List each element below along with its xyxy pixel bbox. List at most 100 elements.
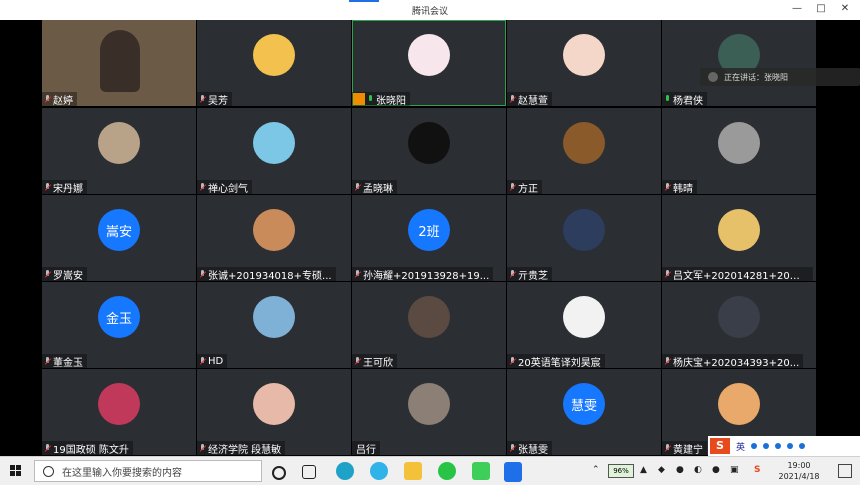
participant-tile[interactable]: 吕文军+202014281+20学...	[662, 195, 816, 281]
clock[interactable]: 19:00 2021/4/18	[774, 460, 824, 482]
participant-namebar: 罗嵩安	[42, 267, 87, 281]
participant-namebar: 吕文军+202014281+20学...	[662, 267, 813, 281]
tray-app-icon-3[interactable]: ●	[712, 465, 720, 475]
participant-tile[interactable]: 杨庆宝+202034393+20...	[662, 282, 816, 368]
ime-keyboard-icon[interactable]	[775, 443, 782, 449]
ime-tools-icon[interactable]	[799, 443, 806, 449]
participant-name: 吴芳	[208, 95, 228, 107]
browser-icon[interactable]	[370, 462, 388, 480]
participant-tile[interactable]: 2班 孙海耀+201913928+19...	[352, 195, 506, 281]
participant-avatar	[718, 296, 760, 338]
participant-avatar	[563, 34, 605, 76]
participant-avatar	[253, 296, 295, 338]
participant-avatar: 嵩安	[98, 209, 140, 251]
participant-namebar: 杨庆宝+202034393+20...	[662, 354, 804, 368]
media-player-icon[interactable]	[472, 462, 490, 480]
mic-muted-icon	[509, 269, 517, 279]
participant-namebar: 吴芳	[197, 92, 232, 106]
participant-name: 王可欣	[363, 357, 393, 369]
participant-name: 董金玉	[53, 357, 83, 369]
participant-namebar: 19国政硕 陈文升	[42, 441, 133, 455]
participant-avatar	[408, 296, 450, 338]
participant-avatar: 慧雯	[563, 383, 605, 425]
participant-name: 经济学院 段慧敏	[208, 444, 282, 456]
participant-avatar	[253, 122, 295, 164]
maximize-button[interactable]: □	[812, 2, 830, 16]
participant-name: 张晓阳	[376, 95, 406, 107]
mic-muted-icon	[664, 182, 672, 192]
participant-tile[interactable]: 吴芳	[197, 20, 351, 106]
participant-tile[interactable]: HD	[197, 282, 351, 368]
participant-avatar	[408, 122, 450, 164]
taskbar-search[interactable]: 在这里输入你要搜索的内容	[34, 460, 262, 482]
participant-tile[interactable]: 张诚+201934018+专硕...	[197, 195, 351, 281]
tray-network-icon[interactable]: ▲	[640, 465, 647, 475]
host-badge-icon	[353, 93, 365, 105]
windows-start-icon[interactable]	[10, 465, 22, 477]
participant-avatar	[98, 383, 140, 425]
participant-name: 赵婷	[53, 95, 73, 107]
participant-tile[interactable]: 宋丹娜	[42, 108, 196, 194]
mic-muted-icon	[509, 94, 517, 104]
mic-muted-icon	[199, 182, 207, 192]
tray-chevron-icon[interactable]: ⌃	[592, 465, 600, 475]
participant-tile[interactable]: 20英语笔译刘昊宸	[507, 282, 661, 368]
mic-muted-icon	[354, 269, 362, 279]
tray-wechat-icon[interactable]: ●	[676, 465, 684, 475]
participant-namebar: 20英语笔译刘昊宸	[507, 354, 605, 368]
participant-tile[interactable]: 方正	[507, 108, 661, 194]
participant-tile[interactable]: 亓贵芝	[507, 195, 661, 281]
tray-app-icon-2[interactable]: ◐	[694, 465, 702, 475]
participant-tile[interactable]: 慧雯张慧雯	[507, 369, 661, 455]
participant-avatar	[563, 296, 605, 338]
tray-app-icon[interactable]: ◆	[658, 465, 665, 475]
mic-on-icon	[367, 94, 374, 104]
notification-icon[interactable]	[838, 464, 852, 478]
battery-indicator[interactable]: 96%	[608, 464, 634, 478]
participant-tile[interactable]: 赵婷	[42, 20, 196, 106]
participant-name: 杨君侠	[673, 95, 703, 107]
ime-emoji-icon[interactable]	[751, 443, 758, 449]
participant-tile[interactable]: 孟晓琳	[352, 108, 506, 194]
edge-icon[interactable]	[336, 462, 354, 480]
ime-skin-icon[interactable]	[787, 443, 794, 449]
participant-avatar	[253, 209, 295, 251]
taskbar: 在这里输入你要搜索的内容 ⌃ 96% ▲ ◆ ● ◐ ● ▣ S 19:00 2…	[0, 456, 860, 485]
window-title: 腾讯会议	[411, 7, 448, 17]
mic-muted-icon	[199, 356, 207, 366]
participant-video	[100, 30, 140, 92]
participant-avatar	[408, 34, 450, 76]
participant-namebar: 张诚+201934018+专硕...	[197, 267, 336, 281]
participant-tile[interactable]: 19国政硕 陈文升	[42, 369, 196, 455]
close-button[interactable]: ✕	[836, 2, 854, 16]
participant-tile[interactable]: 吕行	[352, 369, 506, 455]
participant-tile[interactable]: 禅心剑气	[197, 108, 351, 194]
participant-tile[interactable]: 韩晴	[662, 108, 816, 194]
participant-tile[interactable]: 嵩安罗嵩安	[42, 195, 196, 281]
file-explorer-icon[interactable]	[404, 462, 422, 480]
participant-name: 赵慧萱	[518, 95, 548, 107]
participant-tile[interactable]: 杨君侠	[662, 20, 816, 106]
participant-tile[interactable]: 王可欣	[352, 282, 506, 368]
speaker-icon	[708, 72, 718, 82]
participant-avatar: 2班	[408, 209, 450, 251]
participant-namebar: 张慧雯	[507, 441, 552, 455]
participant-tile[interactable]: 金玉 董金玉	[42, 282, 196, 368]
wechat-icon[interactable]	[438, 462, 456, 480]
participant-tile[interactable]: 赵慧萱	[507, 20, 661, 106]
minimize-button[interactable]: —	[788, 2, 806, 16]
tray-sogou-icon[interactable]: S	[754, 465, 760, 475]
video-stage: 赵婷 吴芳 张晓阳 赵慧萱 杨君侠 宋丹娜 禅心剑气 孟晓琳 方正 韩晴 嵩安 罗嵩安 张诚+20193…	[0, 20, 860, 456]
tray-app-icon-4[interactable]: ▣	[730, 465, 739, 475]
participant-avatar	[718, 209, 760, 251]
participant-tile[interactable]: 经济学院 段慧敏	[197, 369, 351, 455]
ime-lang[interactable]: 英	[736, 440, 745, 453]
tencent-meeting-icon[interactable]	[504, 462, 522, 482]
participant-tile[interactable]: 张晓阳	[352, 20, 506, 106]
task-view-icon[interactable]	[302, 465, 316, 479]
participant-namebar: 宋丹娜	[42, 180, 87, 194]
ime-toolbar[interactable]: S 英	[708, 436, 860, 456]
cortana-icon[interactable]	[272, 466, 286, 480]
ime-mic-icon[interactable]	[763, 443, 770, 449]
participant-namebar: 禅心剑气	[197, 180, 252, 194]
